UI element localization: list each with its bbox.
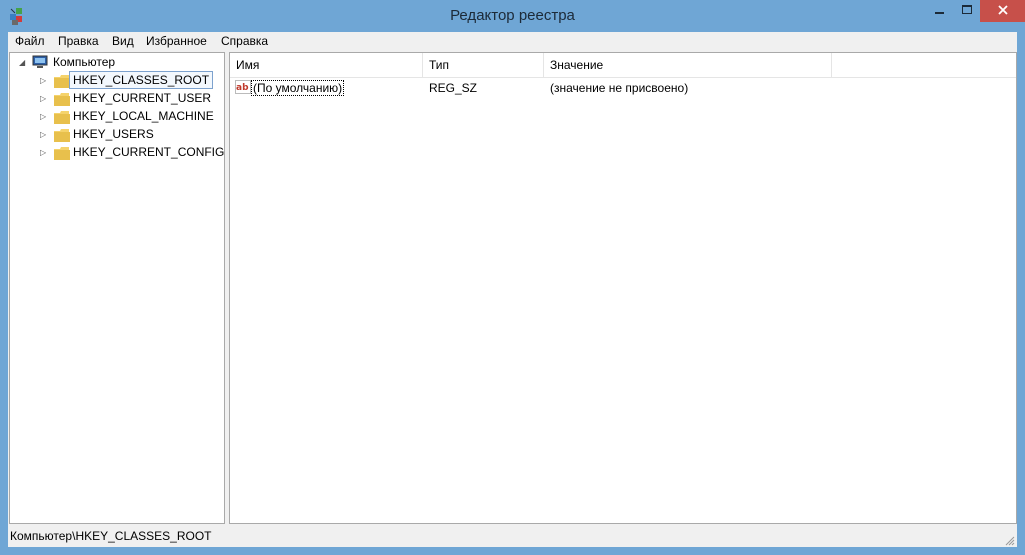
expand-arrow-icon[interactable]: ▷ <box>40 76 46 85</box>
folder-icon <box>54 111 70 124</box>
tree-item-hkcu[interactable]: ▷ HKEY_CURRENT_USER <box>10 90 224 108</box>
menu-view[interactable]: Вид <box>112 34 134 48</box>
folder-icon <box>54 75 70 88</box>
title-bar[interactable]: Редактор реестра <box>0 0 1025 32</box>
minimize-button[interactable] <box>926 0 954 22</box>
svg-text:ab: ab <box>236 83 249 93</box>
value-type: REG_SZ <box>429 81 478 95</box>
tree-item-hkcc[interactable]: ▷ HKEY_CURRENT_CONFIG <box>10 144 224 162</box>
string-value-icon: ab <box>235 80 251 97</box>
menu-bar: Файл Правка Вид Избранное Справка <box>8 32 1017 51</box>
tree-label-hklm: HKEY_LOCAL_MACHINE <box>73 109 214 123</box>
close-button[interactable] <box>980 0 1025 22</box>
window-title: Редактор реестра <box>450 7 575 24</box>
status-bar: Компьютер\HKEY_CLASSES_ROOT <box>8 525 1017 547</box>
minimize-icon <box>935 4 945 18</box>
collapse-arrow-icon[interactable]: ◢ <box>19 58 25 67</box>
tree-item-hku[interactable]: ▷ HKEY_USERS <box>10 126 224 144</box>
column-header-name[interactable]: Имя <box>230 53 423 77</box>
column-header-value[interactable]: Значение <box>544 53 832 77</box>
menu-favorites[interactable]: Избранное <box>146 34 207 48</box>
pane-splitter[interactable] <box>225 51 228 525</box>
menu-help[interactable]: Справка <box>221 34 268 48</box>
list-header: Имя Тип Значение <box>230 53 1016 78</box>
resize-grip-icon[interactable] <box>1005 535 1015 546</box>
content-area: ◢ Компьютер ▷ HKEY_CLASSES_ROOT ▷ HKEY_C… <box>8 51 1017 525</box>
values-list[interactable]: Имя Тип Значение ab (По умолчанию) REG_S… <box>229 52 1017 524</box>
maximize-button[interactable] <box>954 0 980 22</box>
column-header-type[interactable]: Тип <box>423 53 544 77</box>
tree-label-hkcu: HKEY_CURRENT_USER <box>73 91 212 105</box>
tree-label-hku: HKEY_USERS <box>73 127 154 141</box>
registry-tree[interactable]: ◢ Компьютер ▷ HKEY_CLASSES_ROOT ▷ HKEY_C… <box>9 52 225 524</box>
table-row[interactable]: ab (По умолчанию) REG_SZ (значение не пр… <box>230 78 1016 98</box>
expand-arrow-icon[interactable]: ▷ <box>40 112 46 121</box>
folder-icon <box>54 93 70 106</box>
folder-icon <box>54 129 70 142</box>
expand-arrow-icon[interactable]: ▷ <box>40 94 46 103</box>
tree-label-hkcr: HKEY_CLASSES_ROOT <box>69 71 214 89</box>
expand-arrow-icon[interactable]: ▷ <box>40 130 46 139</box>
value-data: (значение не присвоено) <box>550 81 689 95</box>
status-path: Компьютер\HKEY_CLASSES_ROOT <box>10 529 212 543</box>
tree-item-hklm[interactable]: ▷ HKEY_LOCAL_MACHINE <box>10 108 224 126</box>
expand-arrow-icon[interactable]: ▷ <box>40 148 46 157</box>
registry-editor-window: Редактор реестра Файл Правка Вид Избранн… <box>0 0 1025 555</box>
menu-file[interactable]: Файл <box>15 34 45 48</box>
tree-label-computer: Компьютер <box>53 55 116 69</box>
computer-icon <box>32 55 48 72</box>
tree-item-hkcr[interactable]: ▷ HKEY_CLASSES_ROOT <box>10 71 224 90</box>
maximize-icon <box>962 4 972 18</box>
tree-item-computer[interactable]: ◢ Компьютер <box>10 54 224 72</box>
tree-label-hkcc: HKEY_CURRENT_CONFIG <box>73 145 225 159</box>
menu-edit[interactable]: Правка <box>58 34 99 48</box>
value-name: (По умолчанию) <box>251 80 345 96</box>
folder-icon <box>54 147 70 160</box>
close-icon <box>997 4 1008 18</box>
